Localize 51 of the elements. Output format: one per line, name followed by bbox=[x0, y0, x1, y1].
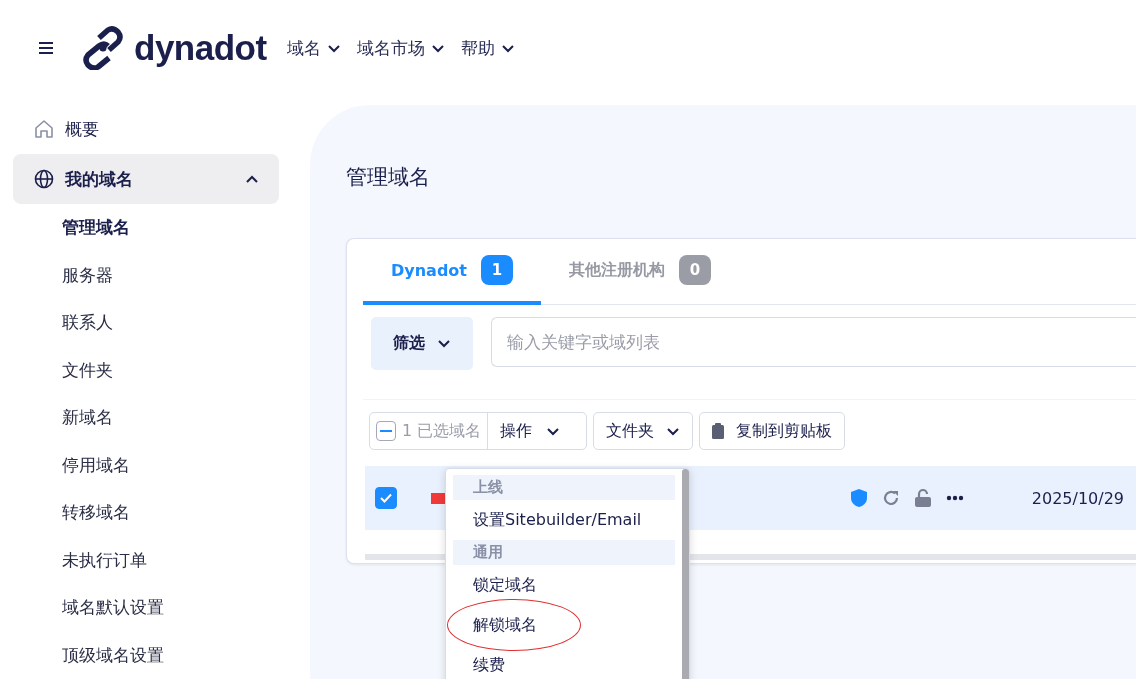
date-cell: 2025/10/29 bbox=[1031, 488, 1124, 508]
sidebar-subitem[interactable]: 未执行订单 bbox=[13, 536, 279, 584]
menu-item[interactable]: 解锁域名 bbox=[453, 605, 675, 645]
sidebar-subitem[interactable]: 联系人 bbox=[13, 299, 279, 347]
sidebar-subitem[interactable]: 服务器 bbox=[13, 251, 279, 299]
sidebar-subitem[interactable]: 停用域名 bbox=[13, 441, 279, 489]
menu-icon[interactable] bbox=[36, 39, 56, 57]
copy-button[interactable]: 复制到剪贴板 bbox=[699, 412, 846, 450]
selection-control[interactable]: 1 已选域名 操作 bbox=[369, 412, 588, 450]
brand-name[interactable]: dynadot bbox=[134, 28, 267, 68]
refresh-icon[interactable] bbox=[881, 489, 900, 507]
sidebar-subitem[interactable]: 顶级域名设置 bbox=[13, 631, 279, 679]
chevron-down-icon bbox=[326, 43, 341, 53]
sidebar-subitem[interactable]: 转移域名 bbox=[13, 489, 279, 537]
clipboard-icon bbox=[712, 423, 725, 439]
row-checkbox[interactable] bbox=[375, 487, 397, 509]
scrollbar[interactable] bbox=[682, 469, 689, 679]
nav-menu[interactable]: 域名 bbox=[286, 36, 341, 60]
menu-item[interactable]: 续费 bbox=[453, 645, 675, 679]
checkmark-icon bbox=[379, 492, 393, 504]
nav-menu[interactable]: 域名市场 bbox=[356, 36, 445, 60]
more-icon[interactable] bbox=[945, 495, 964, 501]
partial-checkbox[interactable] bbox=[376, 421, 396, 441]
globe-icon bbox=[33, 168, 55, 190]
chevron-down-icon bbox=[500, 43, 515, 53]
count-badge: 1 bbox=[481, 255, 513, 285]
filter-button[interactable]: 筛选 bbox=[371, 317, 473, 370]
sidebar-subitem[interactable]: 文件夹 bbox=[13, 346, 279, 394]
chevron-down-icon bbox=[430, 43, 445, 53]
sidebar-subitem[interactable]: 管理域名 bbox=[13, 204, 279, 252]
folder-dropdown[interactable]: 文件夹 bbox=[593, 412, 694, 450]
chevron-down-icon bbox=[666, 426, 681, 436]
sidebar-item[interactable]: 我的域名 bbox=[13, 154, 279, 204]
count-badge: 0 bbox=[679, 255, 711, 285]
sidebar-item[interactable]: 概要 bbox=[13, 104, 279, 154]
page-title: 管理域名 bbox=[346, 164, 431, 191]
shield-icon[interactable] bbox=[849, 488, 868, 508]
chevron-down-icon bbox=[546, 426, 561, 436]
home-icon bbox=[33, 118, 55, 140]
menu-group-header: 通用 bbox=[453, 540, 675, 565]
selection-count: 1 已选域名 bbox=[401, 420, 483, 442]
actions-dropdown[interactable]: 操作 bbox=[487, 413, 587, 449]
logo-icon bbox=[82, 26, 126, 70]
menu-group-header: 上线 bbox=[453, 475, 675, 500]
nav-menu[interactable]: 帮助 bbox=[460, 36, 515, 60]
sidebar-subitem[interactable]: 新域名 bbox=[13, 394, 279, 442]
unlocked-padlock-icon[interactable] bbox=[913, 488, 932, 508]
chevron-down-icon bbox=[437, 339, 451, 348]
search-field[interactable]: 输入关键字或域列表 bbox=[491, 317, 1136, 367]
sidebar-subitem[interactable]: 域名默认设置 bbox=[13, 584, 279, 632]
menu-item[interactable]: 锁定域名 bbox=[453, 565, 675, 605]
